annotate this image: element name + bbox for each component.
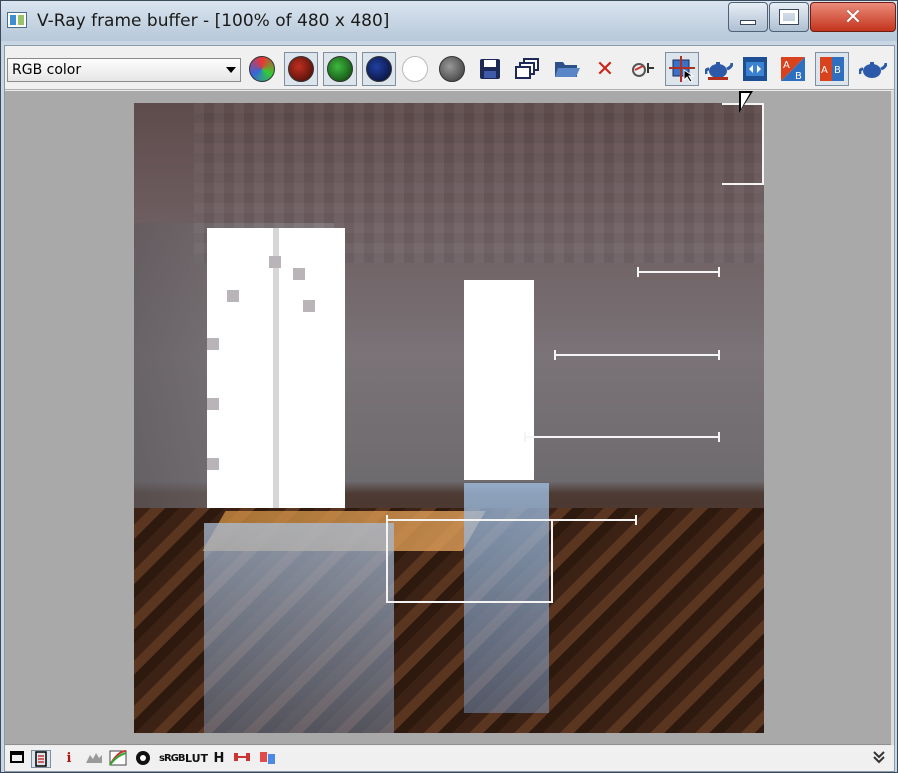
- render-bucket: [722, 103, 764, 185]
- region-render-button[interactable]: [665, 52, 699, 86]
- ab-compare-pressed-icon: A B: [820, 57, 844, 81]
- close-icon: ✕: [843, 4, 863, 30]
- lut-icon: LUT: [185, 752, 209, 765]
- track-mouse-icon: [632, 63, 654, 77]
- ocio-button[interactable]: [259, 750, 277, 768]
- double-chevron-down-icon: [873, 751, 885, 764]
- render-bucket: [524, 432, 720, 442]
- levels-icon: [86, 753, 102, 763]
- blue-dot-icon: [366, 56, 392, 82]
- ocio-icon: [260, 752, 275, 764]
- monochrome-mode-button[interactable]: [435, 52, 469, 86]
- ab-compare-icon: A B: [781, 57, 805, 82]
- view-red-channel-button[interactable]: [284, 52, 318, 86]
- noise-pixel: [227, 290, 239, 302]
- view-alpha-channel-button[interactable]: [398, 52, 432, 86]
- channel-select[interactable]: RGB color: [7, 58, 241, 82]
- expand-panel-button[interactable]: [871, 750, 887, 768]
- rendered-window-left: [207, 228, 345, 513]
- clear-image-button[interactable]: ✕: [588, 52, 622, 86]
- srgb-button[interactable]: sRGB: [159, 750, 186, 768]
- levels-button[interactable]: [85, 750, 103, 768]
- stereo-icon: [234, 753, 250, 761]
- noise-pixel: [207, 398, 219, 410]
- render-bucket: [637, 267, 720, 277]
- noise-pixel: [293, 268, 305, 280]
- view-blue-channel-button[interactable]: [362, 52, 396, 86]
- channel-select-value: RGB color: [12, 62, 82, 78]
- histogram-icon: H: [213, 751, 225, 766]
- floor-reflection-left: [204, 523, 394, 733]
- vertical-scrollbar[interactable]: [891, 91, 894, 745]
- svg-text:A: A: [783, 60, 790, 71]
- floppy-disk-icon: [480, 59, 500, 79]
- rendered-window-right: [464, 280, 534, 480]
- clone-windows-icon: [515, 58, 539, 79]
- white-dot-icon: [402, 56, 428, 82]
- noise-pixel: [303, 300, 315, 312]
- mouse-cursor: [739, 91, 753, 113]
- red-x-icon: ✕: [595, 56, 615, 82]
- load-image-button[interactable]: [550, 52, 584, 86]
- render-bucket: [386, 521, 553, 603]
- link-to-vfb-button[interactable]: [738, 52, 772, 86]
- curves-icon: [109, 750, 127, 766]
- noise-pixel: [207, 458, 219, 470]
- green-dot-icon: [327, 56, 353, 82]
- region-render-icon: [669, 56, 695, 82]
- clone-frame-buffer-button[interactable]: [511, 52, 545, 86]
- render-bucket: [554, 350, 720, 360]
- stereo-button[interactable]: [233, 750, 251, 768]
- display-correction-button[interactable]: [9, 750, 25, 768]
- vray-frame-buffer-window: V-Ray frame buffer - [100% of 480 x 480]…: [0, 0, 898, 773]
- noise-pixel: [207, 338, 219, 350]
- lut-button[interactable]: LUT: [185, 750, 208, 768]
- svg-text:B: B: [795, 71, 802, 82]
- teapot-icon: [705, 62, 733, 80]
- toolbar: RGB color ✕ A B A B: [5, 46, 894, 90]
- histogram-button[interactable]: H: [211, 750, 227, 768]
- close-button[interactable]: ✕: [810, 2, 896, 32]
- svg-text:B: B: [834, 65, 841, 76]
- window-title: V-Ray frame buffer - [100% of 480 x 480]: [37, 11, 390, 31]
- gray-dot-icon: [439, 56, 465, 82]
- render-button[interactable]: [856, 52, 890, 86]
- compare-a-button[interactable]: A B: [776, 52, 810, 86]
- color-corrections-button[interactable]: [31, 750, 51, 768]
- srgb-icon: sRGB: [159, 753, 186, 764]
- frame-buffer-client: RGB color ✕ A B A B i sRGB LUT H: [4, 45, 895, 772]
- minimize-icon: [740, 19, 756, 25]
- minimize-button[interactable]: [728, 2, 768, 32]
- window-icon: [10, 751, 24, 763]
- noise-pixel: [269, 256, 281, 268]
- chevron-down-icon: [226, 67, 236, 73]
- folder-open-icon: [555, 62, 580, 77]
- save-image-button[interactable]: [473, 52, 507, 86]
- render-viewport[interactable]: [5, 91, 894, 745]
- switch-to-rgb-button[interactable]: [245, 52, 279, 86]
- view-green-channel-button[interactable]: [323, 52, 357, 86]
- teapot-render-icon: [859, 62, 887, 78]
- info-icon: i: [66, 751, 72, 766]
- rgb-channels-icon: [249, 56, 275, 82]
- status-toolbar: i sRGB LUT H: [5, 746, 894, 771]
- rendered-image[interactable]: [134, 103, 764, 733]
- exposure-icon: [136, 751, 150, 765]
- vray-app-icon: [7, 12, 27, 28]
- render-last-button[interactable]: [702, 52, 736, 86]
- list-icon: [35, 751, 47, 767]
- window-mullion: [273, 228, 279, 513]
- curves-button[interactable]: [109, 750, 127, 768]
- title-bar[interactable]: V-Ray frame buffer - [100% of 480 x 480]…: [1, 1, 897, 41]
- svg-text:A: A: [821, 65, 828, 76]
- pixel-info-button[interactable]: i: [61, 750, 77, 768]
- track-mouse-button[interactable]: [627, 52, 661, 86]
- link-icon: [743, 57, 767, 81]
- exposure-button[interactable]: [135, 750, 151, 768]
- red-dot-icon: [288, 56, 314, 82]
- compare-b-button[interactable]: A B: [815, 52, 849, 86]
- maximize-button[interactable]: [769, 2, 809, 32]
- maximize-icon: [779, 9, 799, 25]
